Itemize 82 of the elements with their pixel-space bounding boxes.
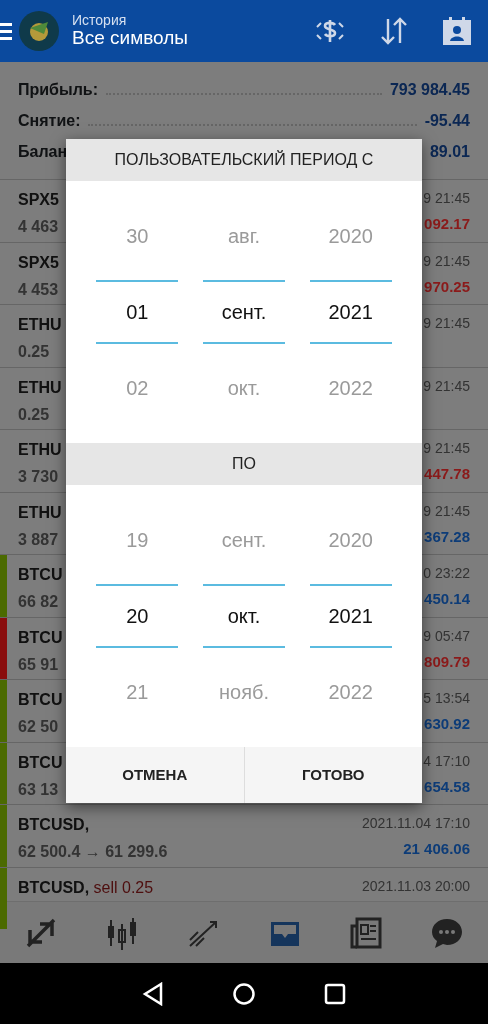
picker-option[interactable]: сент.: [203, 502, 285, 578]
deal-time: 9 21:45: [423, 501, 470, 521]
picker-option[interactable]: окт.: [203, 350, 285, 426]
summary-label: Прибыль:: [18, 80, 98, 100]
summary-value: 89.01: [429, 142, 470, 162]
picker-option[interactable]: 2020: [309, 198, 392, 274]
summary-label: Снятие:: [18, 111, 81, 131]
deal-title: SPX5: [18, 190, 59, 210]
deal-prices: 66 82: [18, 592, 59, 612]
deal-prices: 0.25: [18, 342, 50, 362]
picker-option[interactable]: 19: [96, 502, 179, 578]
deal-prices: 4 463: [18, 217, 59, 237]
deal-title: BTCU: [18, 565, 63, 585]
deal-profit: 21 406.06: [402, 839, 470, 859]
deal-time: 2021.11.04 17:10: [362, 814, 470, 833]
newspaper-icon[interactable]: [348, 915, 383, 950]
deal-prices: 65 91: [18, 654, 59, 675]
deal-profit: 447.78: [423, 464, 470, 484]
picker-option[interactable]: 2021: [309, 584, 392, 648]
picker-option[interactable]: нояб.: [203, 654, 285, 730]
calendar-person-icon[interactable]: [442, 16, 472, 46]
deal-time: 9 21:45: [423, 439, 470, 458]
deal-title: BTCUSD,: [18, 815, 90, 835]
deal-time: 2021.11.03 20:00: [362, 876, 470, 896]
deal-title: ETHU: [18, 315, 62, 335]
picker-header: ПОЛЬЗОВАТЕЛЬСКИЙ ПЕРИОД С: [66, 139, 422, 181]
deal-prices: 3 887: [18, 529, 59, 550]
deal-title: BTCU: [18, 627, 63, 648]
deal-time: 9 21:45: [423, 251, 470, 271]
picker-option[interactable]: окт.: [203, 584, 285, 648]
deal-title: ETHU: [18, 377, 62, 398]
picker-option[interactable]: сент.: [203, 280, 285, 344]
screen-subtitle[interactable]: Все символы: [72, 26, 314, 50]
deal-profit: 654.58: [423, 776, 470, 797]
deal-title: BTCU: [18, 752, 63, 773]
picker-option[interactable]: 20: [96, 584, 179, 648]
deal-profit: 092.17: [423, 214, 470, 234]
deal-prices: 63 13: [18, 779, 59, 800]
deal-time: 9 05:47: [423, 626, 470, 646]
screen-title: История: [72, 12, 128, 27]
picker-option[interactable]: 01: [96, 280, 179, 344]
summary-value: 793 984.45: [389, 80, 470, 100]
picker-option[interactable]: 2022: [309, 654, 392, 730]
picker-option[interactable]: 2022: [309, 350, 392, 426]
recents-icon[interactable]: [324, 982, 346, 1005]
picker-option[interactable]: 21: [96, 654, 179, 730]
picker-option[interactable]: авг.: [203, 198, 285, 274]
deal-profit: 630.92: [423, 714, 470, 734]
deal-time: 9 21:45: [423, 314, 470, 333]
home-icon[interactable]: [232, 981, 256, 1006]
picker-header: ПО: [66, 443, 422, 485]
menu-icon[interactable]: [0, 21, 12, 41]
deal-prices: 62 50: [18, 717, 59, 737]
deal-time: 0 23:22: [423, 564, 470, 583]
deal-profit: 367.28: [423, 526, 470, 547]
deal-title: BTCUSD, sell 0.25: [18, 877, 154, 898]
picker-option[interactable]: 30: [96, 198, 179, 274]
picker-option[interactable]: 2021: [309, 280, 392, 344]
deal-time: 9 21:45: [423, 376, 470, 396]
candlestick-icon[interactable]: [105, 915, 139, 950]
deal-time: 4 17:10: [423, 751, 470, 771]
deal-title: ETHU: [18, 440, 62, 460]
summary-value: -95.44: [424, 111, 470, 131]
deal-profit: 450.14: [423, 589, 470, 609]
done-button[interactable]: ГОТОВО: [243, 747, 422, 803]
summary-label: Балан: [18, 142, 68, 162]
deal-prices: 4 453: [18, 279, 59, 300]
deal-time: 9 21:45: [423, 189, 470, 208]
cancel-button[interactable]: ОТМЕНА: [66, 747, 244, 803]
deal-profit: 809.79: [423, 651, 470, 672]
logo-icon: [18, 10, 60, 52]
deal-profit: 970.25: [423, 276, 470, 297]
deal-prices: 62 500.4 → 61 299.6: [18, 842, 168, 862]
back-icon[interactable]: [142, 981, 164, 1006]
deal-title: SPX5: [18, 252, 59, 273]
deal-title: ETHU: [18, 502, 62, 523]
picker-option[interactable]: 2020: [309, 502, 392, 578]
deal-title: BTCU: [18, 690, 63, 710]
picker-option[interactable]: 02: [96, 350, 179, 426]
deal-time: 5 13:54: [423, 689, 470, 708]
deal-prices: 0.25: [18, 404, 50, 425]
deal-prices: 3 730: [18, 467, 59, 487]
